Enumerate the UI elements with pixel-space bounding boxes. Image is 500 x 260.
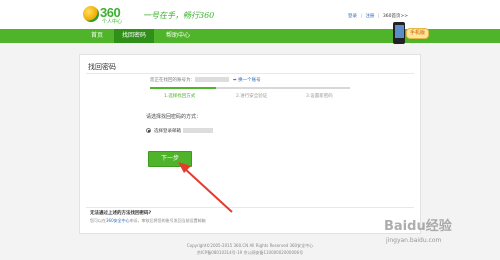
next-button[interactable]: 下一步	[148, 151, 192, 167]
baidu-watermark: Baidu经验 jingyan.baidu.com	[382, 213, 498, 257]
top-link-separator: |	[360, 14, 363, 19]
step-1-label: 1.选择找回方式	[164, 94, 196, 99]
progress-fill	[150, 87, 216, 89]
find-password-panel: 找回密码 您正在找回的账号为: ➡ 换一个账号 1.选择找回方式 2.进行安全验…	[79, 54, 421, 234]
step-3-label: 3.设置新密码	[306, 94, 333, 99]
nav-item-find-password[interactable]: 找回密码	[114, 29, 154, 43]
blurred-account	[195, 77, 230, 82]
phone-icon	[393, 22, 405, 44]
slogan: 一号在手，畅行360	[143, 11, 215, 20]
divider	[86, 207, 414, 208]
mobile-version-badge: 手机版	[406, 28, 430, 39]
change-account-link[interactable]: 换一个账号	[238, 78, 261, 83]
login-link[interactable]: 登录	[348, 14, 357, 19]
top-link-separator: |	[377, 14, 380, 19]
account-info: 您正在找回的账号为: ➡ 换一个账号	[150, 77, 261, 83]
account-label: 您正在找回的账号为:	[150, 78, 193, 83]
help-text: 您可以在360安全中心申诉，审核后将您的账号发回当前设置邮箱	[90, 218, 206, 223]
nav-item-help-center[interactable]: 帮助中心	[158, 29, 198, 43]
logo[interactable]: 360 个人中心	[83, 5, 135, 25]
progress-track	[150, 87, 350, 89]
divider	[86, 73, 414, 74]
logo-icon	[83, 6, 99, 22]
watermark-url: jingyan.baidu.com	[386, 237, 442, 244]
blurred-email	[183, 128, 213, 133]
method-prompt: 请选择找回密码的方式：	[146, 114, 202, 120]
email-option-radio[interactable]	[146, 128, 151, 133]
nav-item-home[interactable]: 首页	[83, 29, 111, 43]
top-links: 登录 | 注册 | 360首页>>	[346, 13, 410, 19]
logo-subtitle: 个人中心	[102, 19, 123, 25]
home-360-link[interactable]: 360首页>>	[383, 14, 408, 19]
security-center-link[interactable]: 360安全中心	[106, 218, 130, 223]
watermark-text: Baidu经验	[384, 219, 452, 234]
page-title: 找回密码	[88, 63, 116, 71]
arrow-icon: ➡	[232, 78, 237, 83]
step-2-label: 2.进行安全验证	[236, 94, 268, 99]
register-link[interactable]: 注册	[365, 14, 374, 19]
mobile-version-link[interactable]: 手机版	[393, 22, 441, 47]
email-option-label[interactable]: 选择登录邮箱	[154, 128, 215, 134]
help-title: 无法通过上述的方法找回密码?	[90, 211, 152, 216]
